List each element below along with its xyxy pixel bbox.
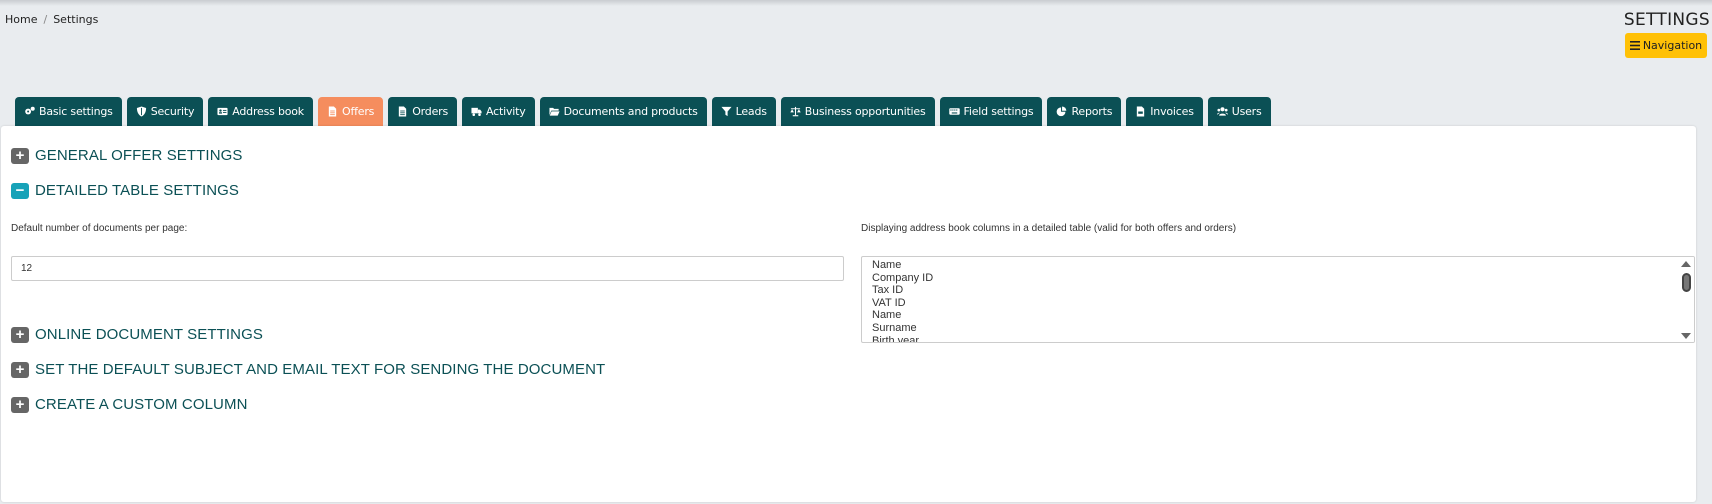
tab-field-settings[interactable]: Field settings bbox=[939, 97, 1043, 126]
tab-orders[interactable]: Orders bbox=[388, 97, 458, 126]
tab-label: Business opportunities bbox=[804, 105, 926, 118]
section-title: SET THE DEFAULT SUBJECT AND EMAIL TEXT F… bbox=[35, 361, 606, 378]
navigation-button[interactable]: Navigation bbox=[1625, 33, 1707, 58]
tab-leads[interactable]: Leads bbox=[711, 97, 776, 126]
columns-option[interactable]: Name bbox=[862, 259, 1694, 272]
file-icon bbox=[328, 106, 337, 117]
breadcrumb-separator: / bbox=[43, 13, 48, 26]
columns-option[interactable]: VAT ID bbox=[862, 297, 1694, 310]
columns-scrollbar[interactable] bbox=[1680, 257, 1694, 342]
keyboard-icon bbox=[948, 108, 960, 115]
top-shadow bbox=[0, 0, 1712, 6]
tab-label: Orders bbox=[412, 105, 449, 118]
folder-open-icon bbox=[549, 107, 560, 116]
section-title: GENERAL OFFER SETTINGS bbox=[35, 147, 243, 164]
tab-invoices[interactable]: Invoices bbox=[1126, 97, 1203, 126]
tab-label: Leads bbox=[735, 105, 767, 118]
columns-option[interactable]: Birth year bbox=[862, 335, 1694, 342]
section-title: CREATE A CUSTOM COLUMN bbox=[35, 396, 248, 413]
expand-plus-icon[interactable]: + bbox=[11, 147, 29, 164]
section-title: DETAILED TABLE SETTINGS bbox=[35, 182, 240, 199]
tab-label: Offers bbox=[341, 105, 375, 118]
tab-label: Security bbox=[150, 105, 195, 118]
per-page-input[interactable] bbox=[11, 256, 844, 281]
columns-label: Displaying address book columns in a det… bbox=[861, 223, 1237, 234]
columns-option[interactable]: Tax ID bbox=[862, 284, 1694, 297]
funnel-icon bbox=[721, 106, 732, 117]
navigation-button-label: Navigation bbox=[1642, 39, 1703, 52]
section-create-custom-column[interactable]: + CREATE A CUSTOM COLUMN bbox=[11, 396, 248, 413]
expand-plus-icon[interactable]: + bbox=[11, 361, 29, 378]
columns-option[interactable]: Name bbox=[862, 309, 1694, 322]
columns-option[interactable]: Company ID bbox=[862, 272, 1694, 285]
address-card-icon bbox=[217, 107, 228, 116]
file-invoice-icon bbox=[1137, 106, 1145, 117]
section-general-offer-settings[interactable]: + GENERAL OFFER SETTINGS bbox=[11, 147, 243, 164]
tab-users[interactable]: Users bbox=[1207, 97, 1271, 126]
tab-address-book[interactable]: Address book bbox=[208, 97, 313, 126]
tab-basic-settings[interactable]: Basic settings bbox=[15, 97, 122, 126]
tab-documents-and-products[interactable]: Documents and products bbox=[539, 97, 707, 126]
per-page-label: Default number of documents per page: bbox=[11, 223, 188, 234]
expand-plus-icon[interactable]: + bbox=[11, 396, 29, 413]
bars-icon bbox=[1629, 41, 1640, 50]
tab-label: Documents and products bbox=[563, 105, 698, 118]
tab-label: Invoices bbox=[1150, 105, 1194, 118]
users-icon bbox=[1216, 107, 1228, 116]
tab-reports[interactable]: Reports bbox=[1047, 97, 1122, 126]
expand-plus-icon[interactable]: + bbox=[11, 326, 29, 343]
truck-icon bbox=[471, 107, 482, 116]
section-detailed-table-settings[interactable]: − DETAILED TABLE SETTINGS bbox=[11, 182, 239, 199]
page-title: SETTINGS bbox=[1623, 10, 1710, 30]
tab-label: Users bbox=[1231, 105, 1262, 118]
tab-label: Field settings bbox=[963, 105, 1034, 118]
columns-option[interactable]: Surname bbox=[862, 322, 1694, 335]
collapse-minus-icon[interactable]: − bbox=[11, 182, 29, 199]
scroll-up-arrow-icon[interactable] bbox=[1681, 261, 1691, 267]
tab-activity[interactable]: Activity bbox=[462, 97, 535, 126]
breadcrumb-current: Settings bbox=[53, 13, 99, 26]
tab-offers[interactable]: Offers bbox=[317, 97, 384, 126]
breadcrumb-home[interactable]: Home bbox=[5, 13, 37, 26]
columns-multiselect[interactable]: Name Company ID Tax ID VAT ID Name Surna… bbox=[861, 256, 1695, 343]
settings-tabs: Basic settings Security Address book Off… bbox=[15, 97, 1271, 126]
scroll-thumb[interactable] bbox=[1682, 273, 1691, 292]
tab-label: Reports bbox=[1071, 105, 1113, 118]
scale-icon bbox=[790, 106, 801, 117]
file-icon bbox=[399, 106, 407, 117]
shield-icon bbox=[136, 106, 146, 117]
tab-business-opportunities[interactable]: Business opportunities bbox=[780, 97, 935, 126]
settings-panel: + GENERAL OFFER SETTINGS − DETAILED TABL… bbox=[1, 126, 1696, 502]
section-default-email-text[interactable]: + SET THE DEFAULT SUBJECT AND EMAIL TEXT… bbox=[11, 361, 605, 378]
scroll-down-arrow-icon[interactable] bbox=[1681, 333, 1691, 339]
gears-icon bbox=[25, 106, 35, 115]
tab-label: Activity bbox=[486, 105, 526, 118]
section-online-document-settings[interactable]: + ONLINE DOCUMENT SETTINGS bbox=[11, 326, 263, 343]
breadcrumb: Home / Settings bbox=[5, 13, 98, 26]
tab-label: Address book bbox=[232, 105, 304, 118]
tab-label: Basic settings bbox=[39, 105, 113, 118]
tab-security[interactable]: Security bbox=[126, 97, 204, 126]
section-title: ONLINE DOCUMENT SETTINGS bbox=[35, 326, 263, 343]
pie-chart-icon bbox=[1057, 106, 1067, 117]
